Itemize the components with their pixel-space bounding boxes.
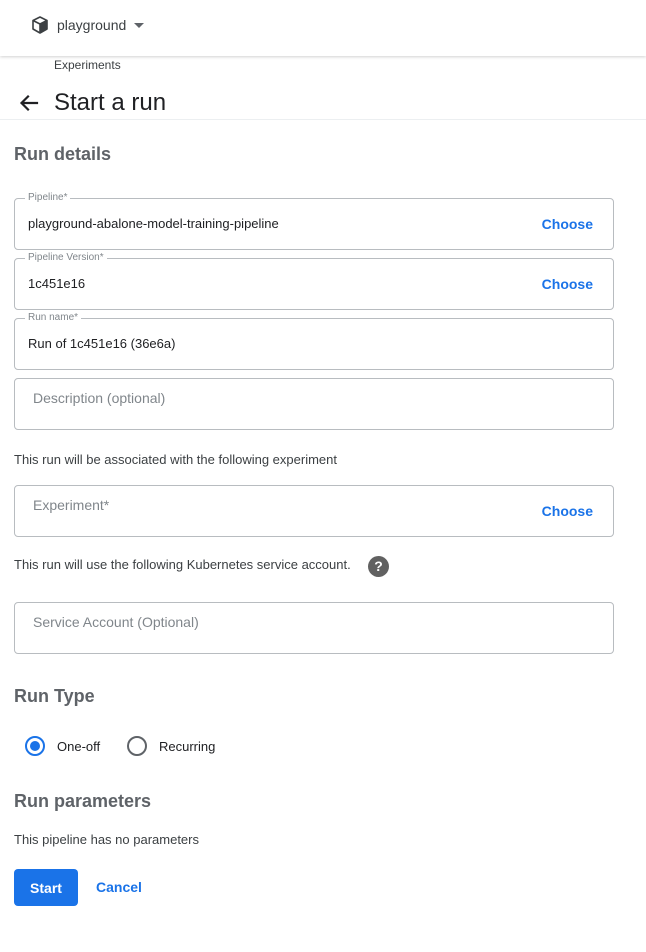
pipeline-version-label: Pipeline Version* bbox=[25, 252, 107, 264]
no-parameters-note: This pipeline has no parameters bbox=[14, 832, 199, 847]
experiment-note: This run will be associated with the fol… bbox=[14, 452, 337, 467]
pipeline-version-value: 1c451e16 bbox=[28, 276, 86, 291]
page-title: Start a run bbox=[54, 89, 167, 116]
service-account-note: This run will use the following Kubernet… bbox=[14, 557, 351, 572]
run-type-heading: Run Type bbox=[14, 686, 95, 706]
run-type-recurring[interactable]: Recurring bbox=[127, 735, 215, 757]
experiment-placeholder: Experiment* bbox=[33, 497, 110, 513]
run-type-one-off-label: One-off bbox=[57, 738, 101, 754]
help-icon[interactable]: ? bbox=[368, 556, 389, 577]
pipeline-value: playground-abalone-model-training-pipeli… bbox=[28, 216, 279, 231]
choose-pipeline-version-button[interactable]: Choose bbox=[542, 276, 593, 292]
pipeline-field[interactable]: Pipeline* playground-abalone-model-train… bbox=[14, 192, 614, 250]
description-placeholder: Description (optional) bbox=[33, 390, 166, 406]
cube-icon bbox=[30, 15, 50, 35]
experiment-field[interactable]: Experiment* Choose bbox=[14, 485, 614, 537]
run-type-recurring-label: Recurring bbox=[159, 738, 216, 754]
header-divider bbox=[0, 119, 646, 120]
caret-down-icon bbox=[134, 23, 145, 28]
arrow-back-icon[interactable] bbox=[18, 92, 40, 114]
choose-pipeline-button[interactable]: Choose bbox=[542, 216, 593, 232]
radio-unchecked-icon[interactable] bbox=[127, 736, 147, 756]
run-details-heading: Run details bbox=[14, 144, 112, 164]
service-account-field[interactable]: Service Account (Optional) bbox=[14, 602, 614, 654]
service-account-placeholder: Service Account (Optional) bbox=[33, 614, 199, 630]
cancel-button[interactable]: Cancel bbox=[96, 879, 142, 895]
radio-checked-icon[interactable] bbox=[25, 736, 45, 756]
description-field[interactable]: Description (optional) bbox=[14, 378, 614, 430]
run-name-label: Run name* bbox=[25, 312, 82, 324]
pipeline-label: Pipeline* bbox=[25, 192, 71, 204]
run-name-field[interactable]: Run name* Run of 1c451e16 (36e6a) bbox=[14, 312, 614, 370]
start-button[interactable]: Start bbox=[14, 869, 78, 906]
breadcrumb[interactable]: Experiments bbox=[54, 58, 121, 72]
run-type-one-off[interactable]: One-off bbox=[25, 735, 100, 757]
namespace-name: playground bbox=[57, 17, 127, 33]
run-parameters-heading: Run parameters bbox=[14, 791, 152, 811]
pipeline-version-field[interactable]: Pipeline Version* 1c451e16 Choose bbox=[14, 252, 614, 310]
namespace-selector[interactable]: playground bbox=[30, 14, 145, 36]
choose-experiment-button[interactable]: Choose bbox=[542, 503, 593, 519]
top-bar: playground bbox=[0, 0, 646, 56]
run-name-value: Run of 1c451e16 (36e6a) bbox=[28, 336, 176, 351]
